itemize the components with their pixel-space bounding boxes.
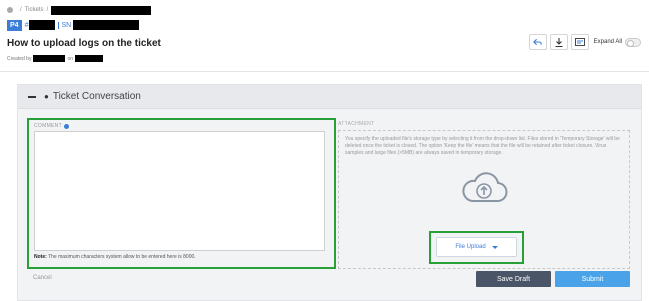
ticket-id-row: P4 # SN	[7, 19, 140, 31]
comment-note: Note: The maximum characters system allo…	[34, 254, 329, 260]
redacted-ticket-number	[29, 20, 56, 30]
breadcrumb-separator: /	[20, 7, 22, 13]
toolbar: Expand All	[528, 34, 641, 50]
conversation-icon: ●	[44, 92, 49, 101]
download-icon	[555, 37, 563, 47]
sn-label: SN	[58, 21, 71, 29]
breadcrumb-tickets[interactable]: Tickets	[25, 7, 44, 13]
redacted-date	[75, 55, 104, 62]
redacted-ticket-id	[51, 5, 152, 15]
breadcrumb-separator: /	[46, 7, 49, 13]
panel-title: Ticket Conversation	[52, 91, 141, 102]
header-divider	[0, 71, 649, 72]
home-icon[interactable]	[7, 7, 13, 13]
redacted-creator	[33, 55, 66, 62]
layout-icon	[574, 38, 585, 46]
breadcrumb: / Tickets /	[7, 4, 152, 16]
reply-button[interactable]	[528, 34, 547, 50]
file-upload-highlight: File Upload	[429, 231, 524, 264]
comment-label: COMMENT	[34, 123, 62, 129]
expand-all-label: Expand All	[593, 39, 622, 45]
cloud-upload-icon	[462, 172, 508, 203]
note-bold: Note:	[34, 254, 47, 260]
comment-label-row: COMMENT	[34, 123, 329, 129]
expand-all-toggle[interactable]	[625, 37, 641, 47]
comment-section: COMMENT Note: The maximum characters sys…	[27, 118, 336, 269]
priority-badge: P4	[7, 19, 22, 31]
page-title: How to upload logs on the ticket	[7, 38, 161, 49]
minus-icon[interactable]	[28, 95, 36, 98]
redacted-sn-number	[73, 20, 140, 30]
expand-all-control[interactable]: Expand All	[593, 37, 641, 47]
panel-header[interactable]: ● Ticket Conversation	[18, 85, 641, 109]
info-icon[interactable]	[63, 123, 69, 129]
created-by-line: Created by on	[7, 55, 104, 62]
comment-textarea[interactable]	[34, 131, 325, 251]
submit-button[interactable]: Submit	[555, 271, 630, 287]
file-upload-button[interactable]: File Upload	[436, 237, 517, 257]
save-draft-button[interactable]: Save Draft	[476, 271, 551, 287]
attachment-label: ATTACHMENT	[338, 121, 375, 127]
file-upload-label: File Upload	[455, 244, 486, 250]
ticket-hash: #	[24, 21, 29, 29]
attachment-description: You specify the uploaded file's storage …	[345, 136, 620, 156]
ticket-conversation-panel: ● Ticket Conversation COMMENT Note: The …	[17, 84, 642, 301]
created-by-label: Created by	[7, 55, 32, 62]
cancel-link[interactable]: Cancel	[33, 275, 52, 281]
created-on-label: on	[67, 55, 74, 62]
reply-icon	[533, 38, 542, 46]
note-text: The maximum characters system allow to b…	[48, 254, 196, 260]
caret-down-icon	[491, 245, 498, 249]
layout-button[interactable]	[570, 34, 589, 50]
download-button[interactable]	[549, 34, 568, 50]
